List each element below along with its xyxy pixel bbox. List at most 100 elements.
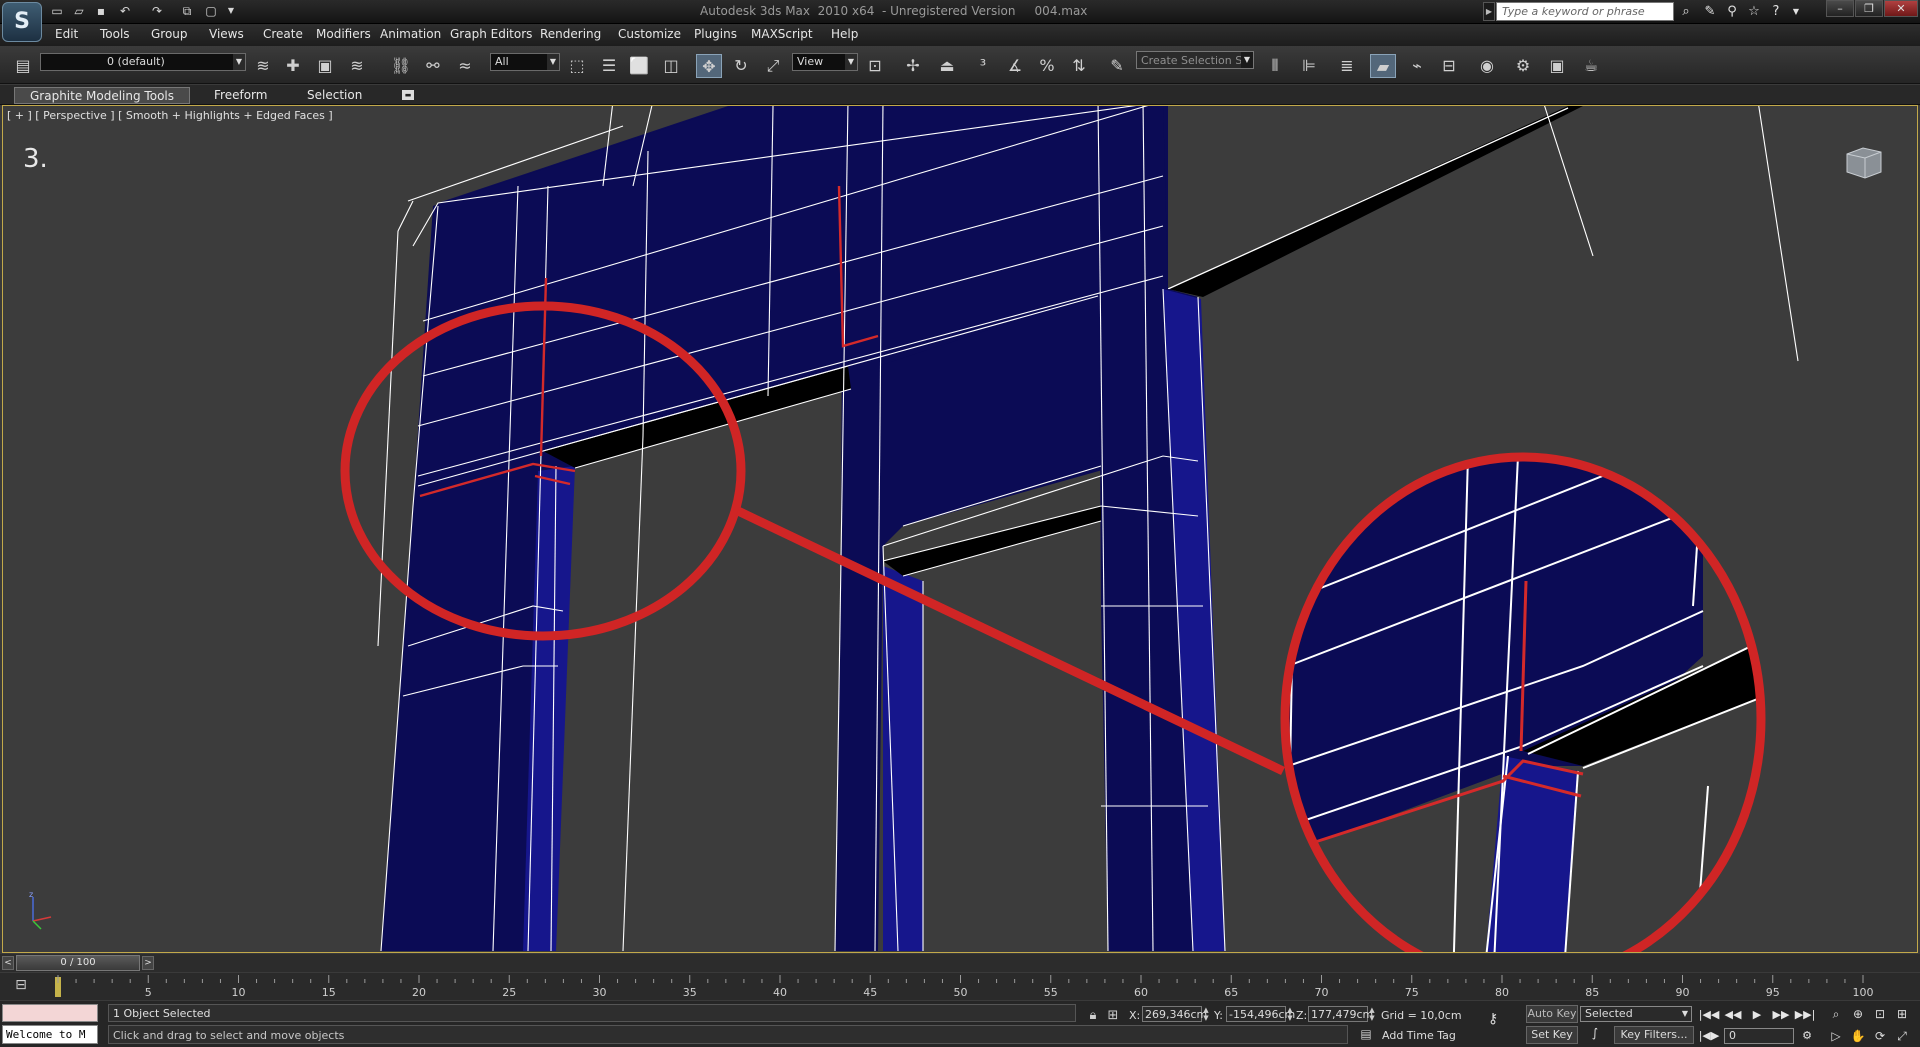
auto-key-button[interactable]: Auto Key	[1526, 1005, 1578, 1023]
menu-group[interactable]: Group	[151, 27, 188, 41]
pan-view-icon[interactable]: ✋	[1848, 1027, 1868, 1045]
layer-properties-icon[interactable]: ≋	[344, 54, 370, 78]
angle-snap-icon[interactable]: ∡	[1002, 54, 1028, 78]
time-configuration-icon[interactable]: ⚙	[1796, 1027, 1818, 1045]
absolute-mode-icon[interactable]: ⊞	[1100, 1004, 1126, 1028]
rendered-frame-window-icon[interactable]: ▣	[1544, 54, 1570, 78]
select-layer-icon[interactable]: ▣	[312, 54, 338, 78]
align-icon[interactable]: ⊫	[1296, 54, 1322, 78]
close-icon[interactable]: ✕	[1884, 0, 1918, 17]
play-icon[interactable]: ▶	[1746, 1006, 1768, 1024]
minimize-icon[interactable]: –	[1826, 0, 1854, 17]
go-to-start-icon[interactable]: |◀◀	[1698, 1006, 1720, 1024]
field-of-view-icon[interactable]: ▷	[1826, 1027, 1846, 1045]
selection-filter-dropdown[interactable]: All ▼	[490, 53, 560, 71]
maximize-viewport-icon[interactable]: ⤢	[1892, 1027, 1912, 1045]
ribbon-minimize-icon[interactable]: ▬	[402, 90, 414, 100]
search-input[interactable]: Type a keyword or phrase	[1496, 2, 1674, 21]
menu-help[interactable]: Help	[831, 27, 858, 41]
viewcube-icon[interactable]	[1843, 144, 1885, 182]
menu-edit[interactable]: Edit	[55, 27, 78, 41]
tab-selection[interactable]: Selection	[307, 87, 362, 104]
percent-snap-icon[interactable]: %	[1034, 54, 1060, 78]
set-key-icon[interactable]: ⚷	[1488, 1011, 1518, 1027]
menu-graph-editors[interactable]: Graph Editors	[450, 27, 532, 41]
binoculars-icon[interactable]: ⌕	[1676, 3, 1696, 21]
material-editor-icon[interactable]: ◉	[1474, 54, 1500, 78]
render-setup-icon[interactable]: ⚙	[1510, 54, 1536, 78]
keyboard-shortcut-override-icon[interactable]: ⏏	[934, 54, 960, 78]
create-layer-icon[interactable]: ✚	[280, 54, 306, 78]
zoom-icon[interactable]: ⌕	[1826, 1005, 1846, 1023]
time-slider[interactable]: < 0 / 100 >	[0, 954, 1920, 972]
new-file-icon[interactable]: ▭	[48, 3, 66, 19]
redo-icon[interactable]: ↷	[148, 3, 166, 19]
layer-explorer-icon[interactable]: ≣	[1334, 54, 1360, 78]
select-and-rotate-icon[interactable]: ↻	[728, 54, 754, 78]
zoom-extents-icon[interactable]: ⊡	[1870, 1005, 1890, 1023]
favorites-icon[interactable]: ☆	[1744, 3, 1764, 21]
fetch-icon[interactable]: ▢	[202, 3, 220, 19]
current-frame-field[interactable]: 0	[1724, 1028, 1794, 1044]
search-expand-icon[interactable]: ▶	[1483, 2, 1495, 21]
go-to-end-icon[interactable]: ▶▶|	[1794, 1006, 1816, 1024]
key-mode-toggle-icon[interactable]: |◀▶	[1698, 1027, 1720, 1045]
select-by-name-icon[interactable]: ☰	[596, 54, 622, 78]
select-and-link-icon[interactable]: ⛓	[388, 54, 414, 78]
tab-graphite-modeling-tools[interactable]: Graphite Modeling Tools	[14, 87, 190, 104]
select-and-scale-icon[interactable]: ⤢	[760, 54, 786, 78]
select-object-icon[interactable]: ⬚	[564, 54, 590, 78]
layer-manager-icon[interactable]: ▤	[10, 54, 36, 78]
next-key-icon[interactable]: ▶▶	[1770, 1006, 1792, 1024]
y-spinner-icon[interactable]: ▲ ▼	[1286, 1006, 1294, 1022]
spinner-snap-icon[interactable]: ⇅	[1066, 54, 1092, 78]
mini-curve-editor-icon[interactable]: ⊟	[8, 977, 34, 997]
mirror-icon[interactable]: ⫴	[1262, 54, 1288, 78]
render-production-icon[interactable]: ☕	[1578, 54, 1604, 78]
menu-tools[interactable]: Tools	[100, 27, 130, 41]
previous-key-icon[interactable]: ◀◀	[1722, 1006, 1744, 1024]
edit-named-selection-icon[interactable]: ✎	[1104, 54, 1130, 78]
previous-frame-icon[interactable]: <	[2, 956, 14, 970]
menu-views[interactable]: Views	[209, 27, 244, 41]
restore-icon[interactable]: ❐	[1855, 0, 1883, 17]
zoom-extents-all-icon[interactable]: ⊞	[1892, 1005, 1912, 1023]
z-coordinate-field[interactable]: 177,479cm	[1308, 1006, 1373, 1022]
undo-icon[interactable]: ↶	[116, 3, 134, 19]
perspective-viewport[interactable]: [ + ] [ Perspective ] [ Smooth + Highlig…	[2, 105, 1918, 953]
viewport-label[interactable]: [ + ] [ Perspective ] [ Smooth + Highlig…	[7, 109, 333, 122]
x-coordinate-field[interactable]: 269,346cm	[1142, 1006, 1207, 1022]
time-slider-thumb[interactable]: 0 / 100	[16, 955, 140, 971]
snaps-toggle-icon[interactable]: ³	[970, 54, 996, 78]
unlink-icon[interactable]: ⚯	[420, 54, 446, 78]
z-spinner-icon[interactable]: ▲ ▼	[1368, 1006, 1376, 1022]
graphite-toggle-icon[interactable]: ▰	[1370, 54, 1396, 78]
menu-plugins[interactable]: Plugins	[694, 27, 737, 41]
select-and-move-icon[interactable]: ✥	[696, 54, 722, 78]
menu-rendering[interactable]: Rendering	[540, 27, 601, 41]
save-file-icon[interactable]: ▪	[92, 3, 110, 19]
app-logo-icon[interactable]: S	[2, 2, 42, 42]
zoom-all-icon[interactable]: ⊕	[1848, 1005, 1868, 1023]
orbit-icon[interactable]: ⟳	[1870, 1027, 1890, 1045]
menu-customize[interactable]: Customize	[618, 27, 681, 41]
reference-coordinate-dropdown[interactable]: View ▼	[792, 53, 858, 71]
pivot-center-icon[interactable]: ⊡	[862, 54, 888, 78]
y-coordinate-field[interactable]: -154,496cm	[1226, 1006, 1295, 1022]
window-crossing-icon[interactable]: ◫	[658, 54, 684, 78]
communication-center-icon[interactable]: ⚲	[1722, 3, 1742, 21]
help-icon[interactable]: ?	[1766, 3, 1786, 21]
named-selection-dropdown[interactable]: Create Selection Se ▼	[1136, 51, 1254, 69]
track-bar[interactable]: ⊟ 5 10 15 20 25 30 35 40 45 50 55 60 65 70 75 80 85 90 95 1…	[0, 973, 1920, 1000]
select-and-manipulate-icon[interactable]: ✢	[900, 54, 926, 78]
schematic-view-icon[interactable]: ⊟	[1436, 54, 1462, 78]
rectangular-selection-icon[interactable]: ⬜	[626, 54, 652, 78]
default-tangent-icon[interactable]: ∫	[1582, 1026, 1608, 1044]
set-key-button[interactable]: Set Key	[1526, 1026, 1578, 1044]
bind-space-warp-icon[interactable]: ≈	[452, 54, 478, 78]
menu-create[interactable]: Create	[263, 27, 303, 41]
open-file-icon[interactable]: ▱	[70, 3, 88, 19]
key-filters-button[interactable]: Key Filters...	[1614, 1026, 1694, 1044]
layer-dropdown[interactable]: 0 (default) ▼	[40, 53, 246, 71]
help-dropdown-icon[interactable]: ▼	[1786, 3, 1806, 21]
